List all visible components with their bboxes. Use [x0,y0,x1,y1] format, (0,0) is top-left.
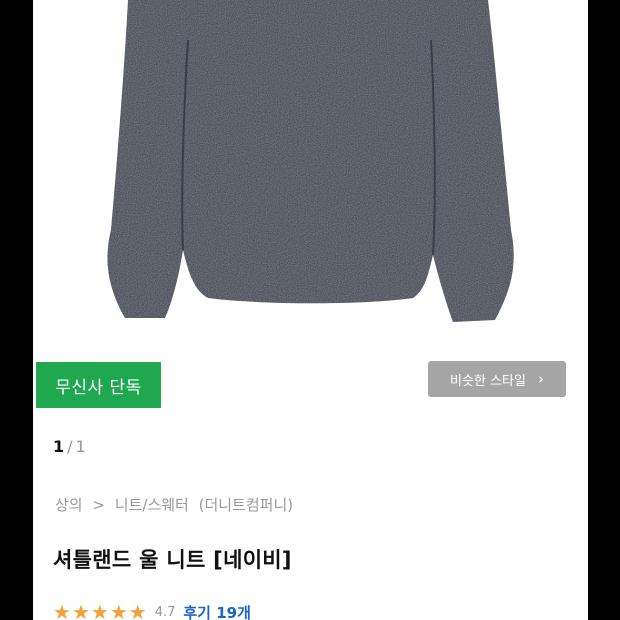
image-pager: 1/1 [53,437,86,456]
breadcrumb-category[interactable]: 상의 [55,496,83,514]
breadcrumb-separator: > [92,496,105,514]
sweater-shape [107,0,514,322]
breadcrumb-brand[interactable]: (더니트컴퍼니) [199,496,294,514]
product-detail-screen: 무신사 단독 비슷한 스타일 › 1/1 상의 > 니트/스웨터 (더니트컴퍼니… [33,0,588,620]
star-icon: ★ [90,600,109,620]
star-rating: ★ ★ ★ ★ ★ [53,602,147,620]
star-icon: ★ [71,600,90,620]
pager-total: 1 [75,437,86,456]
product-title: 셔틀랜드 울 니트 [네이비] [53,548,292,572]
product-image[interactable] [33,0,588,355]
rating-row: ★ ★ ★ ★ ★ 4.7 후기 19개 [53,600,251,620]
star-icon: ★ [109,600,128,620]
sweater-illustration [107,0,514,322]
chevron-right-icon: › [537,370,544,388]
breadcrumb: 상의 > 니트/스웨터 (더니트컴퍼니) [55,494,298,515]
rating-score: 4.7 [154,604,176,620]
pager-current: 1 [53,437,65,456]
star-icon: ★ [53,600,71,620]
similar-style-label: 비슷한 스타일 [450,373,526,389]
exclusive-badge: 무신사 단독 [36,362,161,408]
review-count-link[interactable]: 후기 19개 [183,602,251,620]
similar-style-button[interactable]: 비슷한 스타일 › [428,361,566,397]
pager-separator: / [67,437,73,456]
breadcrumb-subcategory[interactable]: 니트/스웨터 [115,496,189,514]
half-star-icon: ★ [128,600,147,620]
